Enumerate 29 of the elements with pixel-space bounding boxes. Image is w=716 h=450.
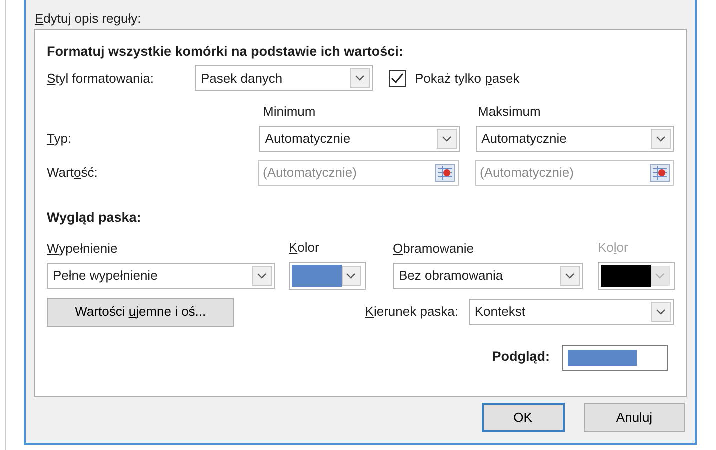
ok-button[interactable]: OK — [482, 403, 564, 432]
range-picker-icon[interactable] — [650, 164, 670, 182]
field-label: Obramowanie — [393, 241, 474, 256]
range-picker-icon[interactable] — [435, 164, 455, 182]
field-label: Kierunek paska: — [365, 303, 460, 322]
field-label: Kolor — [598, 240, 628, 255]
column-heading: Minimum — [262, 103, 317, 122]
type-dropdown[interactable]: Automatycznie — [259, 126, 460, 152]
checkbox[interactable] — [389, 70, 406, 87]
field-label: Kolor — [289, 240, 320, 255]
fill-dropdown[interactable]: Pełne wypełnienie — [47, 262, 275, 288]
field-label: Typ: — [47, 130, 73, 148]
field-label: Styl formatowania: — [47, 70, 155, 88]
field-label: Wypełnienie — [47, 241, 118, 256]
format-style-dropdown[interactable]: Pasek danych — [195, 65, 373, 92]
preview-label: Podgląd: — [492, 348, 550, 366]
direction-dropdown[interactable]: Kontekst — [468, 299, 674, 325]
field-label: Wartość: — [47, 164, 99, 182]
color-picker[interactable] — [598, 262, 675, 290]
border-dropdown[interactable]: Bez obramowania — [393, 262, 583, 288]
type-dropdown[interactable]: Automatycznie — [476, 126, 674, 152]
color-picker[interactable] — [289, 262, 366, 290]
negative-values-button[interactable]: Wartości ujemne i oś... — [47, 298, 234, 326]
checkbox-label: Pokaż tylko pasek — [415, 70, 520, 88]
section-heading: Wygląd paska: — [47, 208, 142, 227]
section-label: Edytuj opis reguły: — [35, 11, 142, 26]
cancel-button[interactable]: Anuluj — [584, 403, 685, 432]
panel-heading: Formatuj wszystkie komórki na podstawie ich wartości: — [47, 43, 404, 61]
column-heading: Maksimum — [478, 103, 541, 122]
